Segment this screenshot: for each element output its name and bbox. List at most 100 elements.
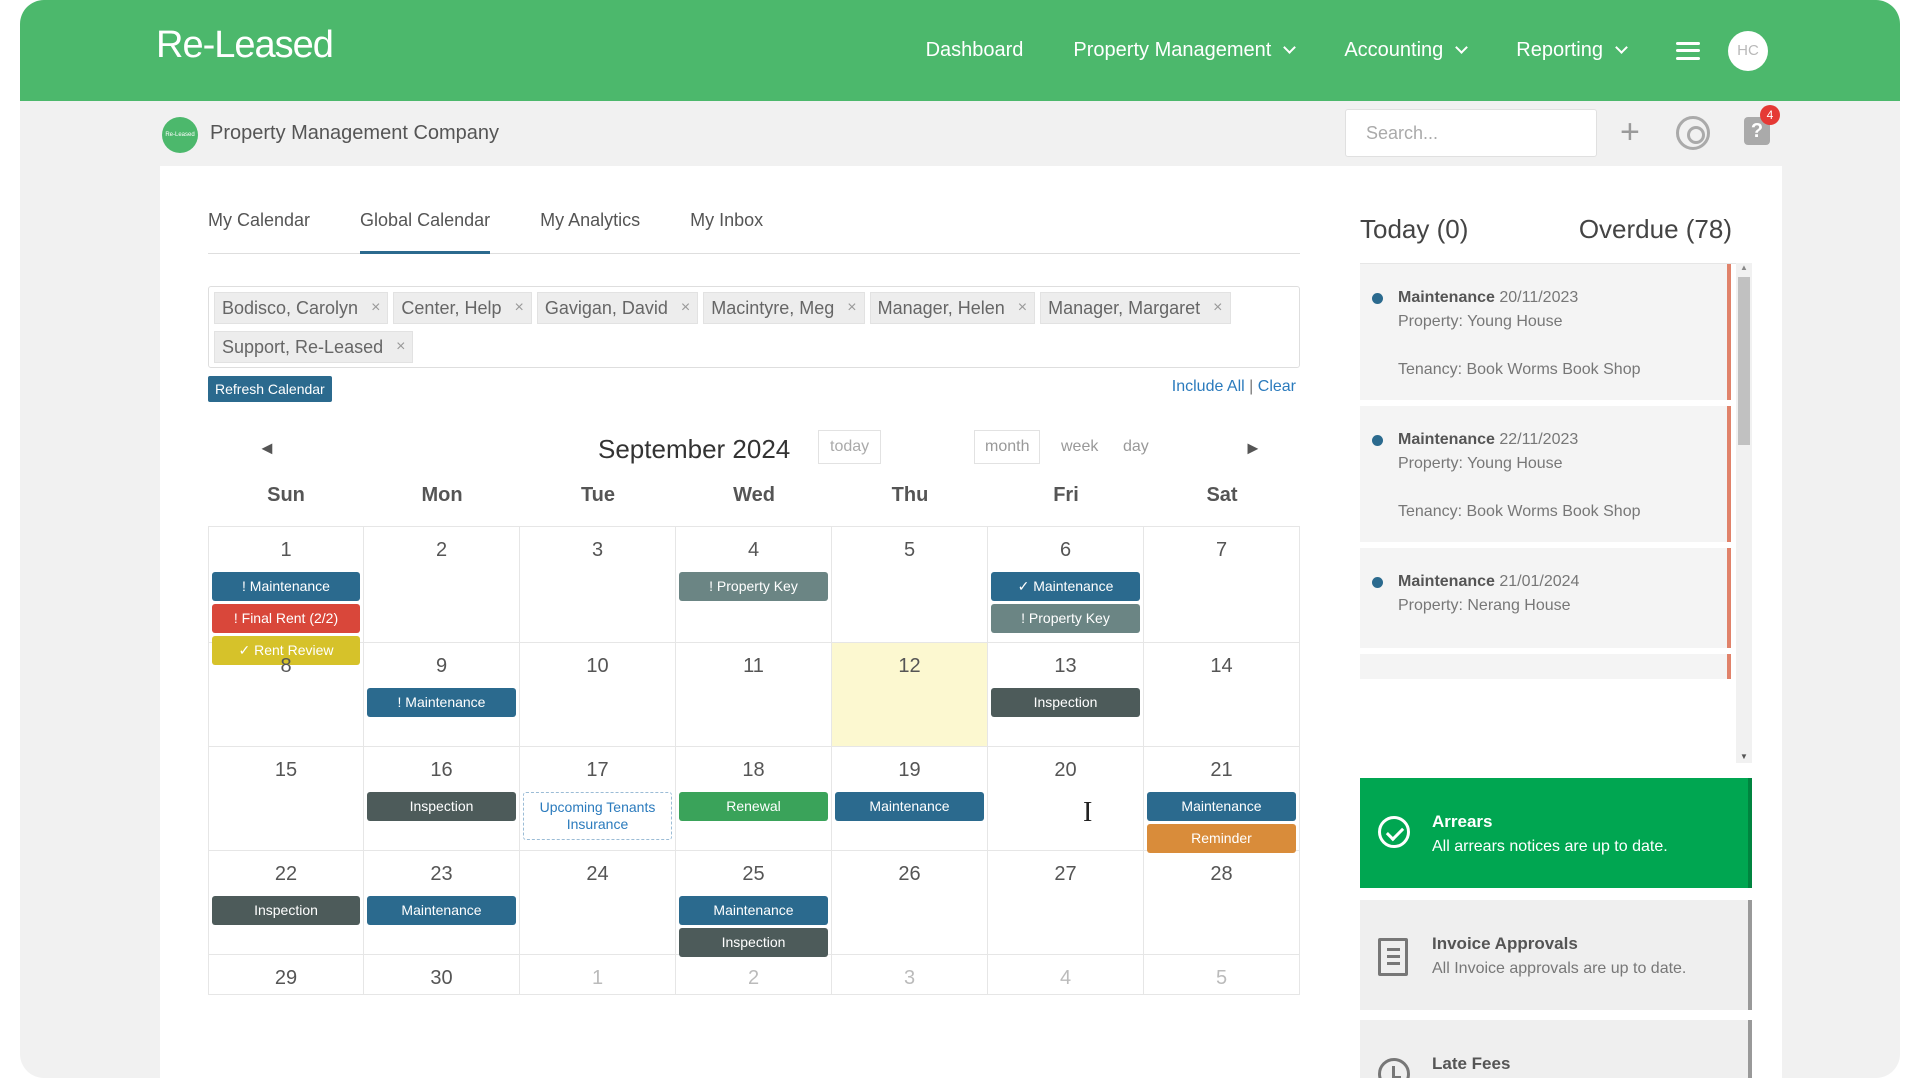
calendar-day-cell[interactable]: 23 Maintenance [364,851,520,954]
calendar-event[interactable]: Maintenance [1147,792,1296,821]
calendar-day-cell[interactable]: 30 [364,955,520,994]
calendar-event[interactable]: Maintenance [835,792,984,821]
calendar-day-cell[interactable]: 20 [988,747,1144,850]
calendar-day-cell[interactable]: 1! Maintenance! Final Rent (2/2) ✓ Rent R… [208,527,364,665]
calendar-event[interactable]: ! Property Key [991,604,1140,633]
hamburger-menu-icon[interactable] [1676,41,1700,60]
remove-chip-icon[interactable]: × [514,299,523,317]
calendar-day-cell[interactable]: 8 [208,643,364,746]
support-lifebuoy-icon[interactable] [1676,116,1710,150]
day-number: 24 [586,863,609,885]
view-day-button[interactable]: day [1112,430,1160,464]
task-list-scrollbar[interactable]: ▲ ▼ [1736,263,1752,763]
late-fees-card[interactable]: Late Fees [1360,1020,1752,1078]
calendar-day-cell[interactable]: 26 [832,851,988,954]
calendar-event[interactable]: Inspection [212,896,360,925]
invoice-approvals-card[interactable]: Invoice Approvals All Invoice approvals … [1360,900,1752,1010]
calendar-day-cell[interactable]: 9 ! Maintenance [364,643,520,746]
calendar-day-cell[interactable]: 5 [1144,955,1300,994]
search-input[interactable] [1345,109,1597,157]
calendar-event[interactable]: ! Property Key [679,572,828,601]
scroll-up-arrow-icon[interactable]: ▲ [1740,263,1748,272]
calendar-day-cell[interactable]: 10 [520,643,676,746]
next-month-arrow-icon[interactable]: ► [1244,438,1262,459]
remove-chip-icon[interactable]: × [681,299,690,317]
calendar-day-cell[interactable]: 6 ✓ Maintenance ! Property Key [988,527,1144,642]
calendar-event[interactable]: ! Maintenance [212,572,360,601]
calendar-event[interactable]: ! Maintenance [367,688,516,717]
calendar-day-cell[interactable]: 1 [520,955,676,994]
tab-my-analytics[interactable]: My Analytics [540,206,640,254]
today-button[interactable]: today [818,430,882,464]
calendar-day-cell[interactable]: 25 Maintenance Inspection [676,851,832,957]
overdue-task-card[interactable]: Maintenance 21/01/2024 Property: Nerang H… [1360,548,1731,648]
nav-menu: Dashboard Property Management Accounting… [876,0,1768,101]
calendar-day-cell[interactable]: 2 [364,527,520,642]
nav-property-management[interactable]: Property Management [1073,39,1297,62]
remove-chip-icon[interactable]: × [1213,299,1222,317]
calendar-day-cell[interactable]: 4 [988,955,1144,994]
calendar-day-cell[interactable]: 27 [988,851,1144,954]
calendar-day-cell[interactable]: 13 Inspection [988,643,1144,746]
calendar-day-cell[interactable]: 14 [1144,643,1300,746]
nav-reporting[interactable]: Reporting [1516,39,1628,62]
remove-chip-icon[interactable]: × [847,299,856,317]
remove-chip-icon[interactable]: × [371,299,380,317]
calendar-event[interactable]: ✓ Maintenance [991,572,1140,601]
calendar-event[interactable]: Inspection [991,688,1140,717]
overdue-tasks-label[interactable]: Overdue (78) [1579,214,1732,245]
calendar-day-cell[interactable]: 19 Maintenance [832,747,988,850]
nav-dashboard[interactable]: Dashboard [926,39,1024,62]
calendar-day-cell[interactable]: 5 [832,527,988,642]
scrollbar-thumb[interactable] [1738,277,1750,445]
calendar-day-cell[interactable]: 17 Upcoming Tenants Insurance [520,747,676,850]
calendar-day-cell[interactable]: 18 Renewal [676,747,832,850]
view-month-button[interactable]: month [974,430,1041,464]
calendar-event[interactable]: Upcoming Tenants Insurance [523,792,672,840]
calendar-day-cell[interactable]: 7 [1144,527,1300,642]
overdue-task-card[interactable] [1360,654,1731,679]
remove-chip-icon[interactable]: × [1018,299,1027,317]
user-filter-box[interactable]: Bodisco, Carolyn × Center, Help × Gavigan, D… [208,286,1300,368]
calendar-day-cell[interactable]: 2 [676,955,832,994]
calendar-day-cell[interactable]: 4 ! Property Key [676,527,832,642]
weekday-label: Sat [1206,484,1238,506]
calendar-event[interactable]: ! Final Rent (2/2) [212,604,360,633]
calendar-day-cell[interactable]: 21 Maintenance Reminder [1144,747,1300,853]
calendar-day-cell[interactable]: 11 [676,643,832,746]
tab-my-calendar[interactable]: My Calendar [208,206,310,254]
calendar-day-cell[interactable]: 22 Inspection [208,851,364,954]
include-all-link[interactable]: Include All [1172,378,1245,395]
calendar-day-cell[interactable]: 12 [832,643,988,746]
calendar-event[interactable]: Maintenance [367,896,516,925]
user-avatar[interactable]: HC [1728,30,1768,71]
overdue-task-card[interactable]: Maintenance 22/11/2023 Property: Young Ho… [1360,406,1731,542]
calendar-day-cell[interactable]: 3 [520,527,676,642]
today-tasks-label[interactable]: Today (0) [1360,214,1468,245]
app-logo[interactable]: Re-Leased [156,24,334,67]
arrears-summary-card[interactable]: Arrears All arrears notices are up to da… [1360,778,1752,888]
calendar-event[interactable]: Maintenance [679,896,828,925]
calendar-day-cell[interactable]: 3 [832,955,988,994]
calendar-event[interactable]: Reminder [1147,824,1296,853]
remove-chip-icon[interactable]: × [396,338,405,356]
calendar-day-cell[interactable]: 28 [1144,851,1300,954]
calendar-event[interactable]: Renewal [679,792,828,821]
calendar-day-cell[interactable]: 24 [520,851,676,954]
overdue-task-card[interactable]: Maintenance 20/11/2023 Property: Young Ho… [1360,264,1731,400]
refresh-calendar-button[interactable]: Refresh Calendar [208,376,332,402]
view-week-button[interactable]: week [1050,430,1110,464]
tab-global-calendar[interactable]: Global Calendar [360,206,491,254]
tab-my-inbox[interactable]: My Inbox [690,206,763,254]
nav-accounting[interactable]: Accounting [1344,39,1469,62]
calendar-day-cell[interactable]: 29 [208,955,364,994]
calendar-toolbar: ◄ September 2024 today month week day ► [208,430,1300,470]
prev-month-arrow-icon[interactable]: ◄ [258,438,276,459]
clear-link[interactable]: Clear [1258,378,1296,395]
scroll-down-arrow-icon[interactable]: ▼ [1740,752,1748,761]
calendar-event[interactable]: Inspection [367,792,516,821]
add-plus-icon[interactable]: + [1620,112,1640,152]
calendar-day-cell[interactable]: 16 Inspection [364,747,520,850]
calendar-day-cell[interactable]: 15 [208,747,364,850]
calendar-event[interactable]: Inspection [679,928,828,957]
